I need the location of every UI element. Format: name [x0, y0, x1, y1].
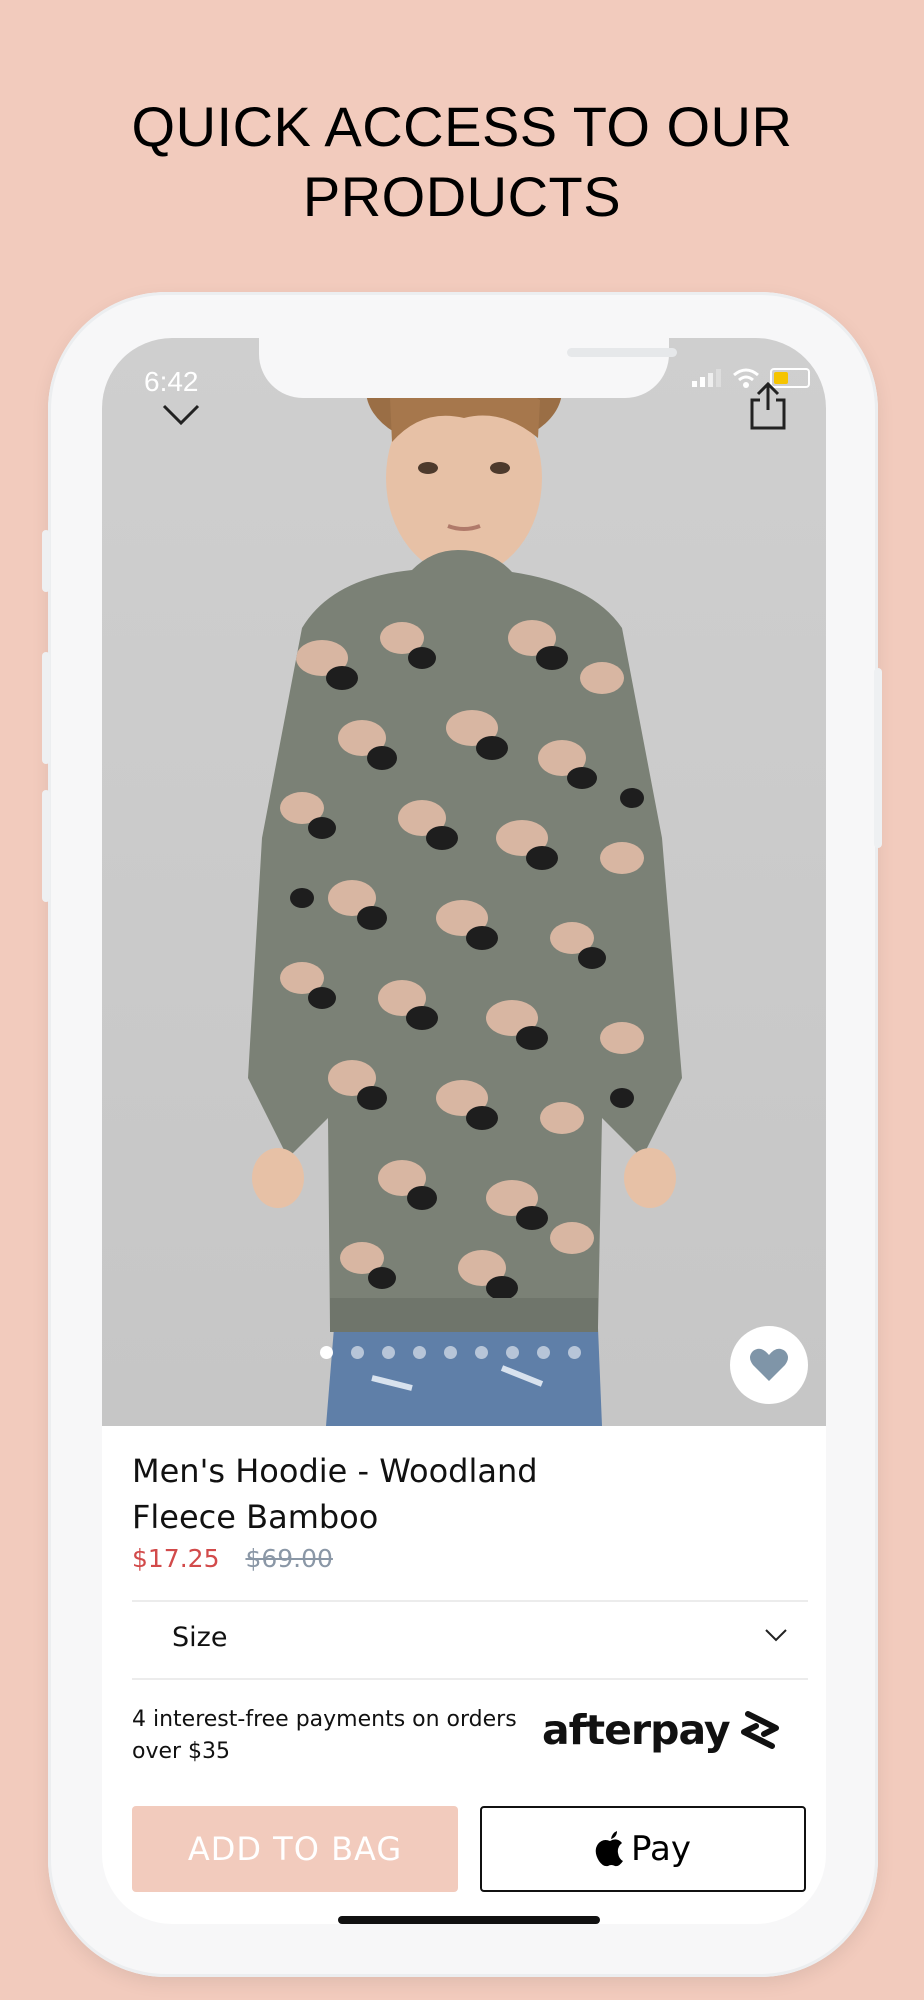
signal-icon: [692, 369, 721, 387]
pagination-dot[interactable]: [320, 1346, 333, 1359]
phone-volume-down-button: [42, 790, 50, 902]
phone-volume-up-button: [42, 652, 50, 764]
phone-power-button: [874, 668, 882, 848]
product-photo-illustration: [248, 338, 682, 1426]
home-indicator[interactable]: [338, 1916, 600, 1924]
apple-icon: [595, 1831, 624, 1867]
divider: [132, 1678, 808, 1680]
price-row: $17.25 $69.00: [132, 1544, 333, 1573]
pagination-dot[interactable]: [351, 1346, 364, 1359]
favorite-button[interactable]: [730, 1326, 808, 1404]
pagination-dot[interactable]: [475, 1346, 488, 1359]
phone-side-button: [42, 530, 50, 592]
afterpay-message: 4 interest-free payments on orders over …: [132, 1704, 552, 1768]
pagination-dot[interactable]: [568, 1346, 581, 1359]
pagination-dot[interactable]: [537, 1346, 550, 1359]
afterpay-logo[interactable]: afterpay: [542, 1706, 786, 1754]
status-time: 6:42: [144, 366, 199, 397]
share-icon[interactable]: [750, 382, 786, 430]
add-to-bag-button[interactable]: ADD TO BAG: [132, 1806, 458, 1892]
chevron-down-icon: [765, 1629, 787, 1642]
promo-headline: QUICK ACCESS TO OUR PRODUCTS: [0, 92, 924, 232]
afterpay-message-line-1: 4 interest-free payments on orders: [132, 1707, 517, 1732]
chevron-down-icon[interactable]: [162, 404, 200, 426]
afterpay-message-line-2: over $35: [132, 1739, 231, 1764]
afterpay-arrows-icon: [740, 1711, 779, 1749]
product-title-line-1: Men's Hoodie - Woodland: [132, 1452, 538, 1490]
phone-screen: 6:42 Men's Hoodie - Woodland Fleece Bamb…: [102, 338, 826, 1924]
promo-line-1: QUICK ACCESS TO OUR: [131, 95, 793, 158]
image-pagination-dots: [320, 1346, 581, 1359]
speaker: [567, 348, 677, 357]
right-hand: [624, 1148, 676, 1208]
heart-icon: [750, 1348, 788, 1381]
pagination-dot[interactable]: [413, 1346, 426, 1359]
pagination-dot[interactable]: [382, 1346, 395, 1359]
notch: [259, 338, 677, 398]
size-label: Size: [172, 1622, 228, 1653]
pagination-dot[interactable]: [444, 1346, 457, 1359]
left-hand: [252, 1148, 304, 1208]
apple-pay-button[interactable]: Pay: [480, 1806, 806, 1892]
apple-pay-label: Pay: [631, 1829, 691, 1869]
original-price: $69.00: [245, 1544, 333, 1573]
afterpay-logo-text: afterpay: [542, 1706, 731, 1754]
product-image[interactable]: 6:42: [102, 338, 826, 1426]
promo-line-2: PRODUCTS: [302, 165, 622, 228]
product-title: Men's Hoodie - Woodland Fleece Bamboo: [132, 1448, 632, 1540]
product-title-line-2: Fleece Bamboo: [132, 1498, 379, 1536]
size-selector[interactable]: Size: [132, 1602, 808, 1678]
pagination-dot[interactable]: [506, 1346, 519, 1359]
jeans: [326, 1328, 602, 1426]
sale-price: $17.25: [132, 1544, 220, 1573]
